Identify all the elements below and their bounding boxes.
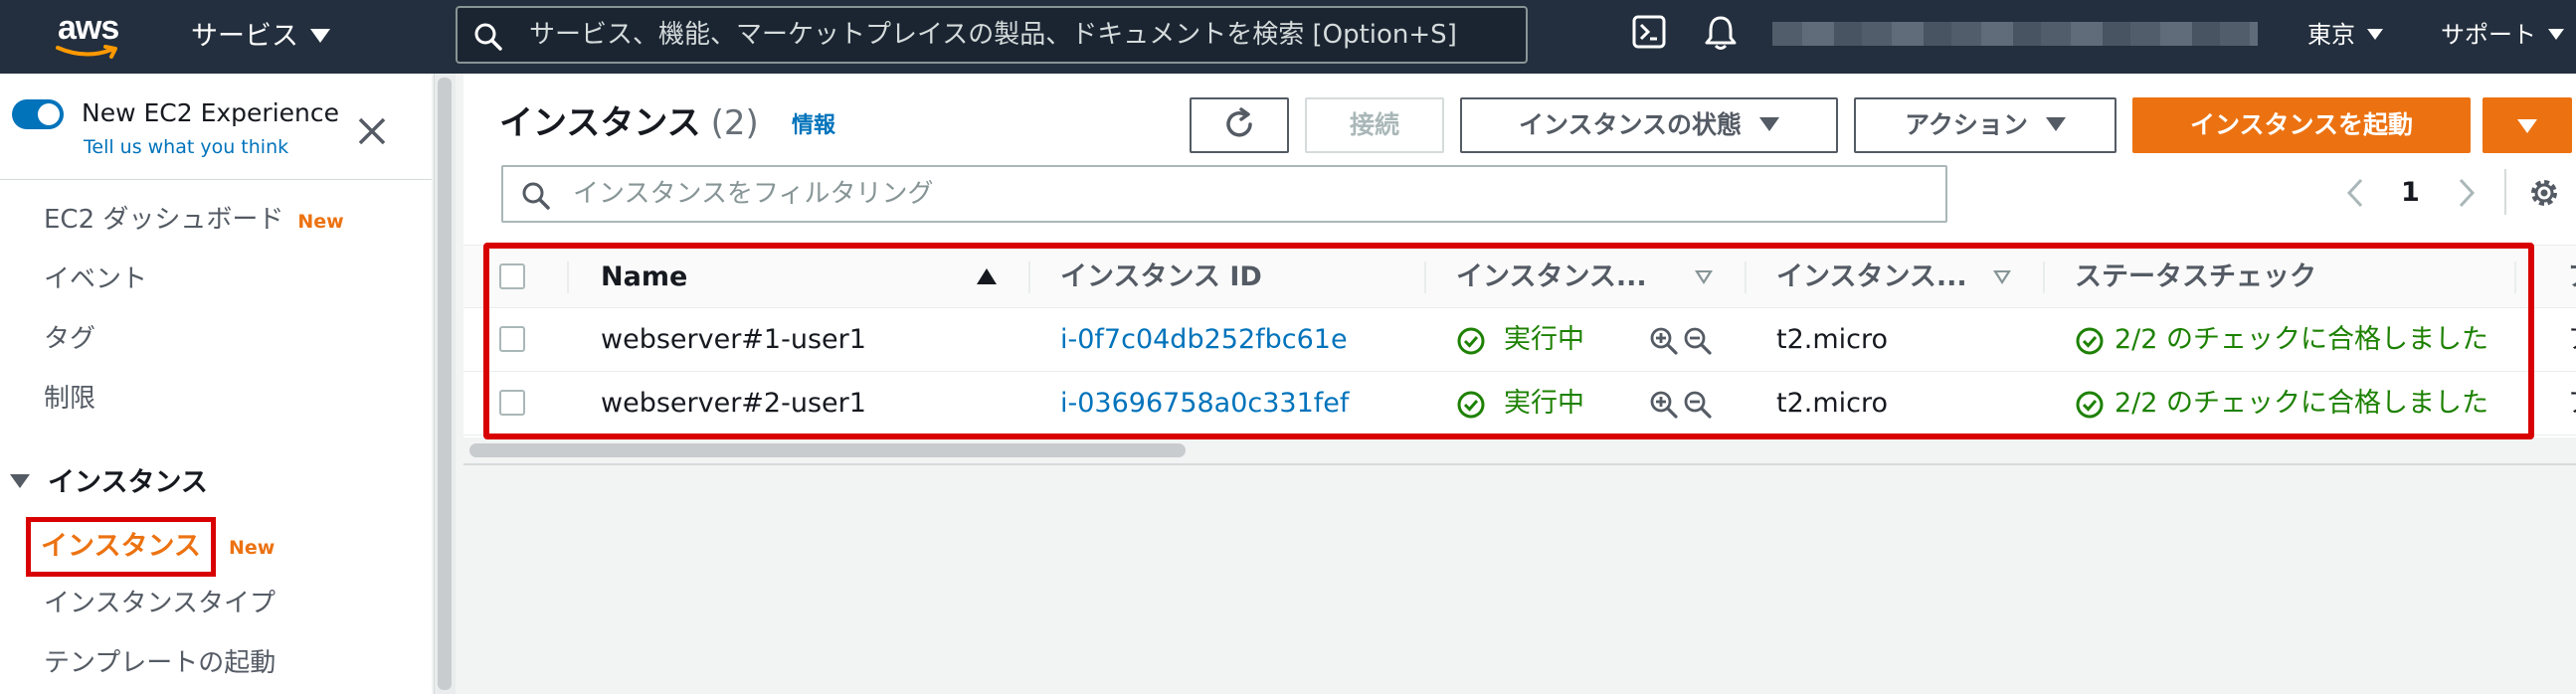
sidebar-item-limits[interactable]: 制限 <box>44 382 95 416</box>
instance-filter-input[interactable]: インスタンスをフィルタリング <box>501 165 1947 223</box>
refresh-icon <box>1226 107 1252 137</box>
experience-title: New EC2 Experience <box>82 98 339 127</box>
refresh-button[interactable] <box>1190 97 1289 153</box>
sidebar-item-label: タグ <box>44 324 96 354</box>
search-icon <box>474 23 502 51</box>
sidebar-item-label: 制限 <box>44 384 96 414</box>
chevron-down-icon <box>2548 28 2564 40</box>
close-icon[interactable] <box>356 115 388 147</box>
sidebar: New EC2 Experience Tell us what you thin… <box>0 74 432 694</box>
sidebar-item-dashboard[interactable]: EC2 ダッシュボード New <box>44 203 344 239</box>
sidebar-item-label: EC2 ダッシュボード <box>44 205 284 235</box>
page-number[interactable]: 1 <box>2401 175 2420 211</box>
region-selector[interactable]: 東京 <box>2307 18 2383 52</box>
aws-smile-icon <box>56 45 117 59</box>
chevron-down-icon <box>2367 28 2383 40</box>
chevron-right-icon[interactable] <box>2455 177 2479 209</box>
info-link[interactable]: 情報 <box>792 111 835 141</box>
column-header-alarm[interactable]: ア <box>2568 246 2576 309</box>
sidebar-item-events[interactable]: イベント <box>44 262 147 296</box>
page-title: インスタンス (2) <box>499 101 759 145</box>
new-badge: New <box>297 211 344 233</box>
sidebar-section-label: インスタンス <box>48 467 208 498</box>
support-label: サポート <box>2441 21 2536 49</box>
alarm-status: ア <box>2568 372 2576 435</box>
sidebar-item-tags[interactable]: タグ <box>44 322 95 356</box>
alarm-status: ア <box>2568 308 2576 372</box>
caret-down-icon <box>10 473 30 488</box>
instance-state-button[interactable]: インスタンスの状態 <box>1460 97 1838 153</box>
bell-icon[interactable] <box>1703 14 1739 52</box>
chevron-down-icon <box>2045 117 2066 131</box>
instance-count: (2) <box>710 103 759 143</box>
actions-label: アクション <box>1905 110 2028 139</box>
feedback-link[interactable]: Tell us what you think <box>84 135 288 159</box>
table-horizontal-scrollbar[interactable] <box>463 437 2576 463</box>
chevron-left-icon[interactable] <box>2343 177 2367 209</box>
launch-options-dropdown[interactable] <box>2483 97 2572 153</box>
scrollbar-thumb[interactable] <box>469 443 1186 457</box>
sidebar-divider <box>0 179 432 180</box>
sidebar-item-label: イベント <box>44 264 148 294</box>
sidebar-item-instances[interactable]: インスタンス <box>26 517 216 577</box>
gear-icon[interactable] <box>2526 175 2562 211</box>
aws-logo[interactable]: aws <box>56 10 125 62</box>
instance-state-label: インスタンスの状態 <box>1518 110 1742 139</box>
chevron-down-icon <box>2517 119 2537 133</box>
sidebar-item-instance-types[interactable]: インスタンスタイプ <box>44 587 276 620</box>
services-menu[interactable]: サービス <box>191 18 330 56</box>
sidebar-section-instances[interactable]: インスタンス <box>10 465 208 501</box>
page-title-text: インスタンス <box>499 103 701 143</box>
scrollbar-thumb[interactable] <box>438 78 452 690</box>
search-icon <box>522 182 550 210</box>
sidebar-item-label: インスタンスタイプ <box>44 589 276 618</box>
annotation-highlight-box <box>483 243 2534 439</box>
account-info-blurred[interactable] <box>1772 22 2258 46</box>
sidebar-item-launch-templates[interactable]: テンプレートの起動 <box>44 646 276 680</box>
new-badge: New <box>229 537 276 559</box>
services-label: サービス <box>191 21 298 52</box>
sidebar-item-label: テンプレートの起動 <box>44 648 276 678</box>
pager-divider <box>2504 169 2506 215</box>
new-experience-toggle[interactable] <box>12 99 64 129</box>
cloudshell-icon[interactable] <box>1631 14 1667 50</box>
aws-logo-text: aws <box>58 9 119 47</box>
search-placeholder: サービス、機能、マーケットプレイスの製品、ドキュメントを検索 [Option+S… <box>529 20 1457 50</box>
panel-divider <box>463 463 2576 465</box>
top-navigation: aws サービス サービス、機能、マーケットプレイスの製品、ドキュメントを検索 … <box>0 0 2576 74</box>
launch-instances-button[interactable]: インスタンスを起動 <box>2132 97 2471 153</box>
filter-placeholder: インスタンスをフィルタリング <box>573 179 934 209</box>
global-search-input[interactable]: サービス、機能、マーケットプレイスの製品、ドキュメントを検索 [Option+S… <box>456 6 1528 64</box>
region-label: 東京 <box>2307 21 2355 49</box>
toggle-knob <box>38 103 60 125</box>
chevron-down-icon <box>1759 117 1779 131</box>
connect-button[interactable]: 接続 <box>1305 97 1444 153</box>
support-menu[interactable]: サポート <box>2441 18 2564 52</box>
sidebar-item-label: インスタンス <box>41 531 201 562</box>
actions-button[interactable]: アクション <box>1854 97 2116 153</box>
sidebar-scrollbar[interactable] <box>434 74 456 694</box>
chevron-down-icon <box>310 28 330 43</box>
